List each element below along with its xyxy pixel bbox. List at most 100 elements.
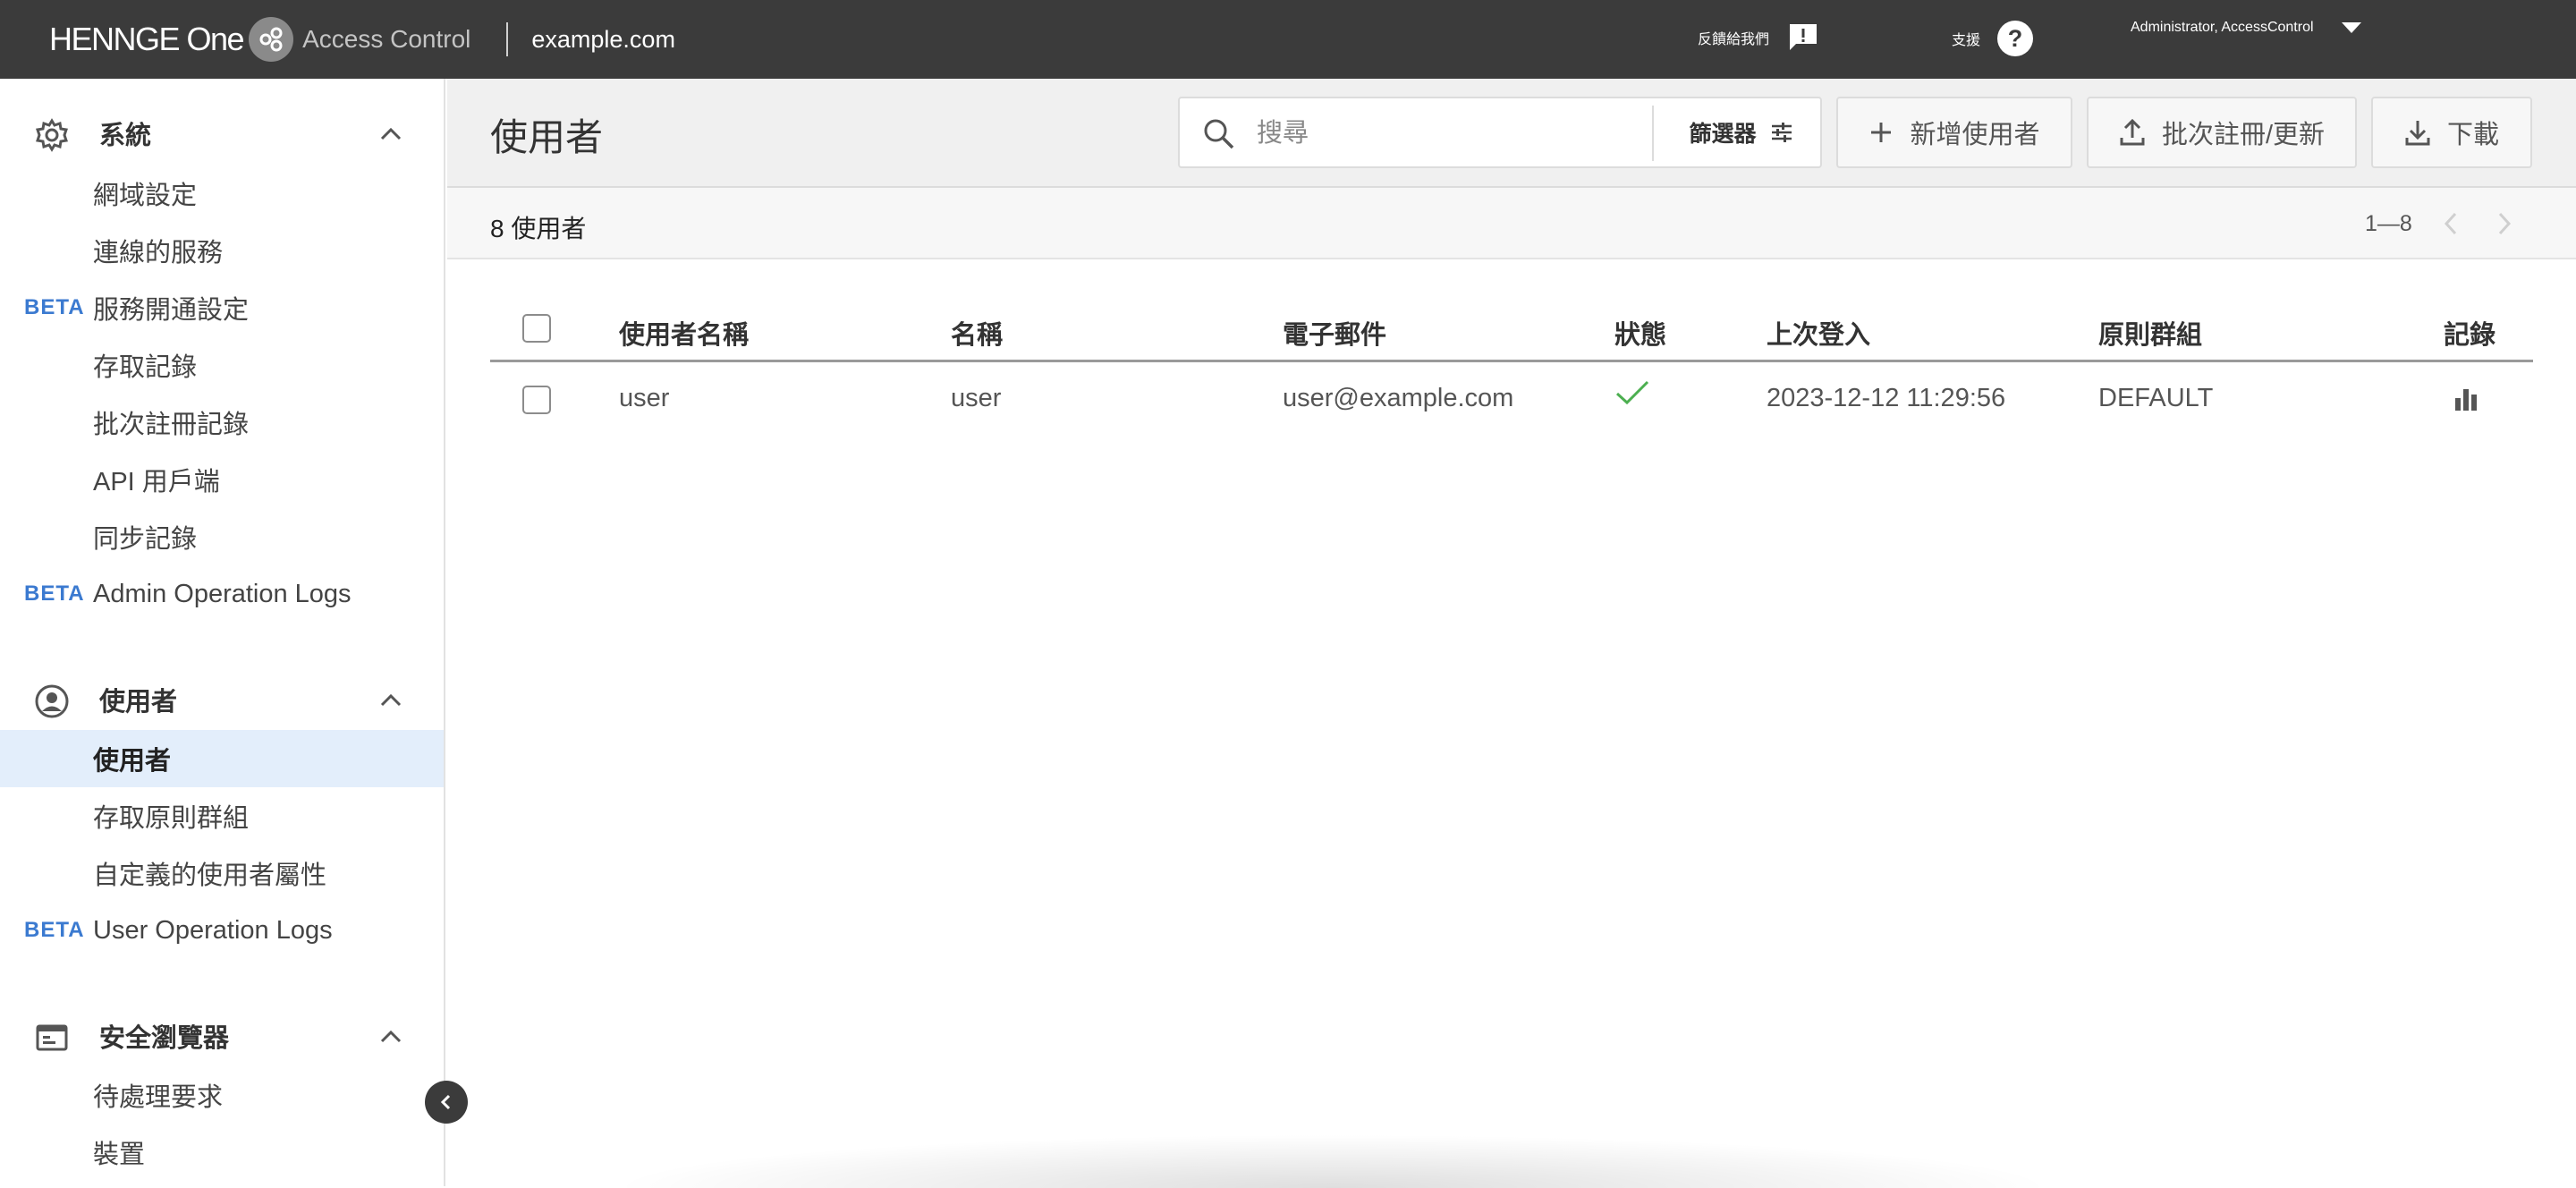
sidebar-item-access-logs[interactable]: 存取記錄: [0, 336, 444, 394]
main-content: 使用者 篩選器 新增使用者 批次註冊/更新: [447, 79, 2576, 1188]
row-checkbox[interactable]: [522, 386, 551, 414]
users-table: 使用者名稱 名稱 電子郵件 狀態 上次登入 原則群組 記錄 user user …: [490, 298, 2533, 437]
chevron-left-icon: [440, 1094, 451, 1110]
brand-divider: [506, 22, 509, 56]
sidebar-item-label: 批次註冊記錄: [93, 411, 250, 439]
sidebar-section-secure-browser[interactable]: 安全瀏覽器: [0, 1007, 445, 1065]
select-all-checkbox[interactable]: [522, 314, 551, 343]
svg-text:?: ?: [2008, 25, 2023, 52]
column-header-status[interactable]: 狀態: [1614, 314, 1666, 352]
sidebar-item-label: 同步記錄: [93, 525, 198, 554]
sidebar-item-label: 服務開通設定: [93, 296, 250, 325]
sidebar-item-access-policy-groups[interactable]: 存取原則群組: [0, 787, 444, 844]
cell-name: user: [951, 384, 1002, 412]
search-input[interactable]: [1257, 113, 1632, 154]
sidebar-item-label: Admin Operation Logs: [93, 579, 352, 608]
cell-last-login: 2023-12-12 11:29:56: [1767, 384, 2006, 412]
sidebar-item-domain-settings[interactable]: 網域設定: [0, 165, 444, 222]
bulk-register-button[interactable]: 批次註冊/更新: [2087, 97, 2357, 168]
sidebar-section-title: 系統: [99, 122, 152, 150]
feedback-button[interactable]: 反饋給我們: [1698, 20, 1821, 55]
sidebar-item-label: 連線的服務: [93, 239, 224, 267]
cell-policy-group: DEFAULT: [2098, 384, 2214, 412]
sidebar-item-label: 待處理要求: [93, 1083, 224, 1112]
page-title: 使用者: [490, 116, 604, 158]
download-icon: [2404, 118, 2447, 147]
brand[interactable]: HENNGE One Access Control example.com: [49, 0, 675, 79]
henne-logo-icon: [249, 17, 294, 62]
search-box: 篩選器: [1178, 97, 1822, 168]
download-label: 下載: [2446, 121, 2499, 149]
filter-button[interactable]: 篩選器: [1663, 98, 1820, 166]
help-icon: ?: [1996, 20, 2034, 57]
sidebar: 系統 網域設定 連線的服務 BETA 服務開通設定 存取記錄 批次註冊記錄 API…: [0, 79, 445, 1186]
beta-badge: BETA: [24, 581, 85, 606]
next-page-button[interactable]: [2488, 208, 2521, 240]
bar-chart-icon[interactable]: [2453, 386, 2479, 420]
beta-badge: BETA: [24, 918, 85, 942]
user-menu-label: Administrator, AccessControl: [2131, 20, 2314, 35]
sidebar-section-system[interactable]: 系統: [0, 105, 445, 162]
collapse-sidebar-button[interactable]: [425, 1081, 468, 1124]
page-header: 使用者 篩選器 新增使用者 批次註冊/更新: [447, 79, 2576, 186]
download-button[interactable]: 下載: [2371, 97, 2532, 168]
search-icon: [1201, 116, 1237, 152]
sidebar-item-admin-operation-logs[interactable]: BETA Admin Operation Logs: [0, 565, 444, 623]
sliders-icon: [1769, 120, 1794, 145]
support-button[interactable]: 支援 ?: [1952, 20, 2034, 57]
pagination-range: 1—8: [2365, 211, 2412, 236]
feedback-label: 反饋給我們: [1698, 32, 1770, 47]
sidebar-item-provisioning[interactable]: BETA 服務開通設定: [0, 279, 444, 336]
plus-icon: [1868, 120, 1910, 145]
user-circle-icon: [34, 683, 70, 719]
gear-icon: [34, 117, 70, 153]
brand-name: HENNGE One: [49, 21, 245, 57]
product-name: Access Control: [302, 25, 471, 53]
sidebar-item-pending-requests[interactable]: 待處理要求: [0, 1066, 444, 1124]
column-header-email[interactable]: 電子郵件: [1283, 314, 1386, 352]
filter-label: 篩選器: [1689, 122, 1757, 147]
sidebar-item-sync-logs[interactable]: 同步記錄: [0, 508, 444, 565]
sidebar-item-label: 存取記錄: [93, 353, 198, 382]
chevron-up-icon: [377, 121, 404, 148]
table-row[interactable]: user user user@example.com 2023-12-12 11…: [490, 362, 2533, 437]
column-header-username[interactable]: 使用者名稱: [619, 314, 749, 352]
cell-username[interactable]: user: [619, 384, 669, 413]
sidebar-item-bulk-logs[interactable]: 批次註冊記錄: [0, 394, 444, 451]
table-header: 使用者名稱 名稱 電子郵件 狀態 上次登入 原則群組 記錄: [490, 298, 2533, 362]
scroll-shadow: [608, 1134, 2057, 1188]
prev-page-button[interactable]: [2435, 208, 2467, 240]
sidebar-item-label: 自定義的使用者屬性: [93, 861, 327, 890]
column-header-last-login[interactable]: 上次登入: [1767, 314, 1870, 352]
results-bar: 8 使用者 1—8: [447, 186, 2576, 259]
sidebar-item-api-clients[interactable]: API 用戶端: [0, 451, 444, 508]
column-header-policy-group[interactable]: 原則群組: [2098, 314, 2202, 352]
sidebar-section-title: 使用者: [99, 688, 178, 717]
status-active-check-icon: [1614, 378, 1650, 414]
user-menu[interactable]: Administrator, AccessControl: [2131, 20, 2362, 36]
sidebar-item-devices[interactable]: 裝置: [0, 1124, 444, 1181]
add-user-label: 新增使用者: [1910, 121, 2040, 149]
sidebar-item-connected-services[interactable]: 連線的服務: [0, 222, 444, 279]
column-header-logs: 記錄: [2444, 321, 2496, 350]
column-header-name[interactable]: 名稱: [951, 314, 1003, 352]
user-count: 8 使用者: [490, 215, 587, 242]
sidebar-item-user-operation-logs[interactable]: BETA User Operation Logs: [0, 902, 444, 959]
chevron-up-icon: [377, 687, 404, 714]
sidebar-item-custom-attributes[interactable]: 自定義的使用者屬性: [0, 844, 444, 902]
chevron-right-icon: [2498, 212, 2512, 235]
sidebar-item-label: 存取原則群組: [93, 804, 250, 833]
sidebar-item-label: API 用戶端: [93, 468, 220, 496]
sidebar-item-label: User Operation Logs: [93, 915, 333, 945]
add-user-button[interactable]: 新增使用者: [1836, 97, 2072, 168]
cell-email: user@example.com: [1283, 384, 1514, 412]
beta-badge: BETA: [24, 295, 85, 319]
sidebar-item-users[interactable]: 使用者: [0, 730, 444, 787]
sidebar-item-label: 網域設定: [93, 182, 198, 210]
chevron-left-icon: [2444, 212, 2457, 235]
sidebar-section-users[interactable]: 使用者: [0, 671, 445, 728]
support-label: 支援: [1952, 33, 1981, 48]
chevron-up-icon: [377, 1023, 404, 1050]
domain-label: example.com: [531, 25, 675, 53]
bulk-register-label: 批次註冊/更新: [2161, 121, 2326, 149]
